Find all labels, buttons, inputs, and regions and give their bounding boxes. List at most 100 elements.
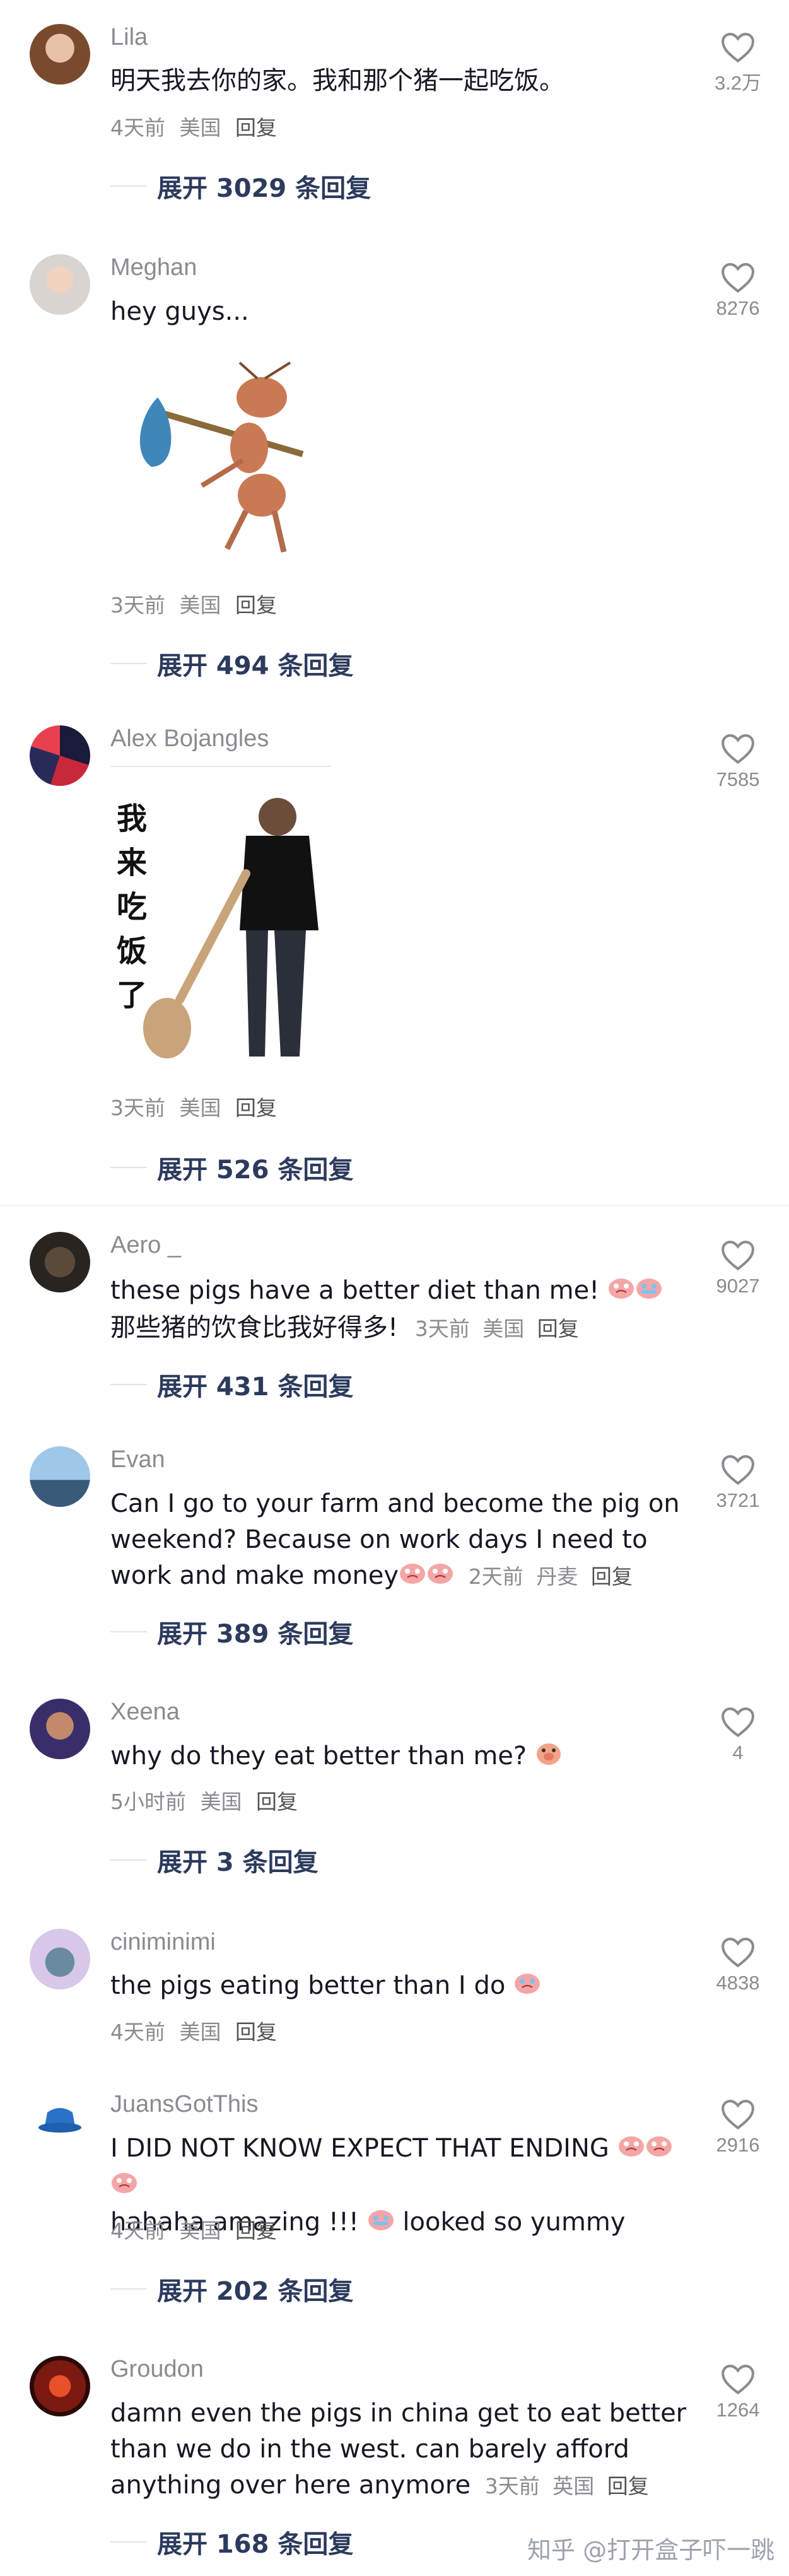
heart-outline-icon xyxy=(722,2365,754,2395)
crying-face-emoji xyxy=(617,2132,645,2168)
reply-button[interactable]: 回复 xyxy=(537,1316,579,1341)
like-count: 1264 xyxy=(716,2399,760,2421)
expand-replies[interactable]: 展开 168 条回复 xyxy=(110,2526,353,2559)
heart-outline-icon xyxy=(722,1938,754,1968)
reply-button[interactable]: 回复 xyxy=(256,1789,298,1814)
comment-time: 2天前 xyxy=(468,1564,523,1589)
like-count: 7585 xyxy=(716,768,760,790)
expand-divider xyxy=(110,2288,147,2290)
comment-meta: 4天前 美国 回复 xyxy=(110,2015,277,2046)
avatar[interactable] xyxy=(30,24,90,85)
expand-divider xyxy=(110,1859,147,1861)
avatar[interactable] xyxy=(30,2356,90,2416)
username[interactable]: Alex Bojangles xyxy=(110,725,269,752)
reply-button[interactable]: 回复 xyxy=(235,2218,277,2243)
username[interactable]: Groudon xyxy=(110,2356,204,2383)
comment-text: damn even the pigs in china get to eat b… xyxy=(110,2396,697,2504)
avatar[interactable] xyxy=(30,725,90,786)
reply-button[interactable]: 回复 xyxy=(235,593,277,618)
heart-outline-icon xyxy=(722,1241,754,1271)
expand-replies-label: 展开 3 条回复 xyxy=(157,1848,319,1877)
like-count: 3.2万 xyxy=(714,72,762,94)
expand-replies[interactable]: 展开 3029 条回复 xyxy=(110,170,371,203)
avatar[interactable] xyxy=(30,1699,90,1759)
comment-text-body: the pigs eating better than I do xyxy=(110,1971,506,2000)
comment-region: 美国 xyxy=(482,1316,525,1341)
username[interactable]: Lila xyxy=(110,24,148,51)
comment-region: 美国 xyxy=(179,2020,221,2044)
like-count: 2916 xyxy=(716,2134,760,2156)
comment-time: 4天前 xyxy=(110,2020,165,2044)
like-count: 9027 xyxy=(716,1275,760,1297)
like-button[interactable]: 2916 xyxy=(694,2099,782,2157)
expand-replies[interactable]: 展开 389 条回复 xyxy=(110,1616,354,1649)
heart-outline-icon xyxy=(722,33,754,63)
comment-meta: 4天前 美国 回复 xyxy=(110,111,277,141)
username[interactable]: Evan xyxy=(110,1446,165,1473)
comment-time: 3天前 xyxy=(484,2474,540,2498)
avatar[interactable] xyxy=(30,1232,90,1292)
expand-divider xyxy=(110,663,147,664)
expand-replies-label: 展开 389 条回复 xyxy=(157,1620,354,1649)
expand-replies[interactable]: 展开 494 条回复 xyxy=(110,648,353,681)
username[interactable]: Xeena xyxy=(110,1699,180,1726)
comment-text-line2-end: looked so yummy xyxy=(402,2208,626,2237)
avatar[interactable] xyxy=(30,1446,90,1507)
like-button[interactable]: 3.2万 xyxy=(694,32,782,95)
heart-outline-icon xyxy=(722,263,754,293)
like-count: 3721 xyxy=(716,1489,760,1511)
like-button[interactable]: 4838 xyxy=(694,1936,782,1994)
heart-outline-icon xyxy=(722,734,754,764)
comment-region: 英国 xyxy=(552,2474,595,2498)
comment-time: 4天前 xyxy=(110,2218,165,2243)
comment-text-line1: these pigs have a better diet than me! xyxy=(110,1276,600,1305)
reply-button[interactable]: 回复 xyxy=(235,2020,277,2044)
reply-button[interactable]: 回复 xyxy=(235,115,277,140)
like-button[interactable]: 3721 xyxy=(694,1454,782,1512)
reply-button[interactable]: 回复 xyxy=(607,2474,649,2498)
username[interactable]: ciniminimi xyxy=(110,1929,216,1956)
crying-face-emoji xyxy=(426,1559,454,1595)
expand-replies[interactable]: 展开 3 条回复 xyxy=(110,1844,319,1877)
expand-replies[interactable]: 展开 202 条回复 xyxy=(110,2273,354,2306)
comment-text: why do they eat better than me? xyxy=(110,1738,697,1776)
reply-button[interactable]: 回复 xyxy=(591,1564,633,1589)
like-button[interactable]: 1264 xyxy=(694,2363,782,2421)
expand-divider xyxy=(110,1167,147,1168)
expand-replies[interactable]: 展开 526 条回复 xyxy=(110,1152,353,1185)
comment-text-body: why do they eat better than me? xyxy=(110,1742,527,1771)
heart-outline-icon xyxy=(722,1707,754,1738)
expand-replies-label: 展开 202 条回复 xyxy=(157,2277,354,2306)
username[interactable]: Meghan xyxy=(110,254,197,281)
username[interactable]: JuansGotThis xyxy=(110,2091,258,2118)
crying-face-emoji xyxy=(635,1274,663,1310)
avatar[interactable] xyxy=(30,2091,90,2152)
comment-text: 明天我去你的家。我和那个猪一起吃饭。 xyxy=(110,66,564,95)
avatar[interactable] xyxy=(30,254,90,315)
watermark: 知乎 @打开盒子吓一跳 xyxy=(527,2536,775,2564)
comment-region: 美国 xyxy=(200,1789,242,1814)
like-button[interactable]: 4 xyxy=(694,1706,782,1764)
reply-button[interactable]: 回复 xyxy=(235,1096,277,1120)
like-button[interactable]: 9027 xyxy=(694,1239,782,1297)
like-count: 8276 xyxy=(716,297,760,319)
like-button[interactable]: 8276 xyxy=(694,262,782,320)
username[interactable]: Aero _ xyxy=(110,1232,181,1259)
like-button[interactable]: 7585 xyxy=(694,733,782,791)
comment-meta: 4天前 美国 回复 xyxy=(110,2214,277,2244)
crying-face-emoji xyxy=(110,2169,138,2204)
comment-text-line2: 那些猪的饮食比我好得多! xyxy=(110,1313,399,1342)
expand-divider xyxy=(110,1384,147,1385)
pig-face-emoji xyxy=(535,1740,563,1776)
like-count: 4 xyxy=(732,1742,744,1764)
comment-region: 丹麦 xyxy=(536,1564,578,1589)
crying-face-emoji xyxy=(399,1559,426,1595)
comment-text: these pigs have a better diet than me! 那… xyxy=(110,1273,697,1347)
comment-time: 5小时前 xyxy=(110,1789,186,1814)
man-with-spoon-illustration xyxy=(143,798,319,1058)
comment-time: 3天前 xyxy=(110,1096,165,1120)
avatar[interactable] xyxy=(30,1929,90,1989)
expand-divider xyxy=(110,2541,147,2543)
expand-replies[interactable]: 展开 431 条回复 xyxy=(110,1369,354,1402)
expand-replies-label: 展开 431 条回复 xyxy=(157,1373,354,1402)
